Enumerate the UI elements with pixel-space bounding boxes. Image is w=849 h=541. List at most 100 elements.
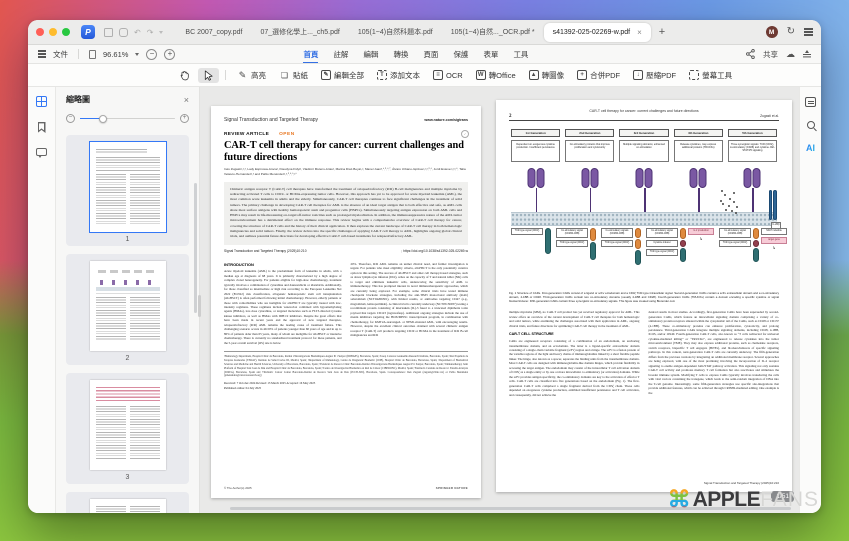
redo-icon[interactable]: ↷ — [147, 28, 154, 37]
thumbnail-item-1[interactable]: 1 — [66, 135, 189, 246]
cell-membrane — [511, 212, 777, 226]
ribbon-tab-home[interactable]: 首頁 — [303, 46, 318, 63]
figure-caption: Fig. 1 Structure of CARs. First-generati… — [509, 291, 779, 303]
ribbon-tab-tools[interactable]: 工具 — [513, 46, 528, 62]
sidebar-scrollbar[interactable] — [194, 183, 197, 313]
tool-label: OCR — [446, 71, 463, 80]
collapse-toolbar-icon[interactable] — [803, 50, 811, 58]
compress-pdf-tool-button[interactable]: ↓ 壓縮PDF — [628, 68, 681, 83]
add-text-tool-button[interactable]: T 添加文本 — [372, 68, 425, 83]
to-image-tool-button[interactable]: ▲ 轉圖像 — [524, 68, 570, 83]
gen4-desc: Release cytokines, may express additiona… — [674, 140, 723, 162]
ribbon-tab-page[interactable]: 頁面 — [423, 46, 438, 62]
sync-icon[interactable]: ↻ — [787, 27, 795, 37]
ribbon-tab-form[interactable]: 表單 — [483, 46, 498, 62]
ai-assistant-button[interactable]: AI — [806, 143, 815, 153]
fullscreen-window-button[interactable] — [62, 28, 70, 36]
panel-close-icon[interactable]: × — [184, 95, 189, 105]
thumbnail-size-slider[interactable] — [80, 118, 175, 120]
ribbon-tab-protect[interactable]: 保護 — [453, 46, 468, 62]
bookmarks-panel-icon[interactable] — [38, 122, 46, 133]
tool-label: 壓縮PDF — [646, 70, 676, 81]
panel-resize-handle[interactable] — [198, 295, 202, 317]
document-tab-active[interactable]: s41392-025-02269-w.pdf × — [544, 23, 651, 42]
gen3-label: 3rd Generation — [619, 129, 668, 137]
intro-column-2: 20%. Therefore, R/R AML remains an unmet… — [351, 262, 469, 346]
slider-handle[interactable] — [99, 115, 107, 123]
journal-url: www.nature.com/sigtrans — [424, 118, 468, 122]
undo-icon[interactable]: ↶ — [134, 28, 141, 37]
thumbnail-item-2[interactable]: 2 — [66, 254, 189, 365]
notes-panel-icon[interactable] — [805, 97, 816, 107]
print-icon[interactable] — [119, 28, 128, 37]
thumbnail-item-4[interactable] — [66, 492, 189, 513]
history-caret-icon[interactable] — [159, 31, 163, 34]
add-text-icon: T — [377, 70, 387, 80]
file-menu-label[interactable]: 文件 — [53, 49, 68, 60]
received-line: Received: 7 October 2024 Revised: 13 Mar… — [224, 381, 468, 385]
edit-all-tool-button[interactable]: ✎ 編輯全部 — [316, 68, 369, 83]
document-tab-3[interactable]: 105(1~4)自然科題本.pdf — [349, 23, 442, 42]
titlebar: P ↶ ↷ BC 2007_copy.pdf 07_選修化學上..._ch5.p… — [28, 20, 821, 45]
zoom-level-value[interactable]: 96.61% — [103, 50, 128, 59]
car-receptor-3 — [619, 162, 668, 212]
thumbnails-panel-icon[interactable] — [36, 96, 47, 107]
highlight-tool-button[interactable]: ✎ 高亮 — [232, 68, 271, 83]
right-rail: AI — [799, 87, 821, 513]
thumbnail-page-number: 1 — [126, 236, 130, 243]
tool-label: 添加文本 — [390, 70, 420, 81]
close-tab-icon[interactable]: × — [637, 28, 642, 37]
share-label[interactable]: 共享 — [763, 49, 778, 60]
pdf-page-1[interactable]: Signal Transduction and Targeted Therapy… — [211, 106, 481, 498]
merge-pdf-tool-button[interactable]: + 合併PDF — [572, 68, 625, 83]
page-fit-icon[interactable] — [89, 50, 96, 59]
share-icon[interactable] — [746, 49, 755, 59]
body-column-1: multiple myeloma (MM), no CAR-T cell pro… — [509, 310, 640, 397]
menubar: 文件 96.61% − + 首頁 註解 編輯 轉換 頁面 保護 表單 工具 — [28, 45, 821, 64]
sticker-tool-button[interactable]: ❏ 貼紙 — [274, 68, 313, 83]
minimize-window-button[interactable] — [49, 28, 57, 36]
running-title: CAR-T cell therapy for cancer: current c… — [509, 109, 779, 113]
to-office-tool-button[interactable]: W 轉Office — [471, 68, 521, 83]
zoom-out-button[interactable]: − — [146, 49, 157, 60]
thumb-larger-icon[interactable]: + — [180, 114, 189, 123]
document-tab-1[interactable]: BC 2007_copy.pdf — [176, 23, 251, 42]
citation-doi: ; https://doi.org/10.1038/s41392-025-022… — [401, 249, 468, 253]
select-tool-button[interactable] — [198, 68, 219, 83]
citation-left: Signal Transduction and Targeted Therapy… — [224, 249, 307, 253]
thumb-smaller-icon[interactable]: − — [66, 114, 75, 123]
tcr-signal-box: TCR-type signal (CD3ζ) — [719, 240, 751, 247]
cloud-upload-icon[interactable]: ☁ — [786, 49, 795, 60]
structure-heading: CAR-T CELL STRUCTURE — [509, 332, 640, 337]
comments-panel-icon[interactable] — [36, 148, 47, 156]
thumbnail-item-3[interactable]: 3 — [66, 373, 189, 484]
file-menu-icon[interactable] — [38, 53, 46, 54]
pan-tool-button[interactable] — [174, 68, 195, 83]
tcr-signal-box: TCR-type signal (CD3ζ) — [646, 249, 678, 256]
hand-icon — [179, 70, 190, 81]
user-avatar[interactable]: M — [766, 26, 778, 38]
ocr-icon: ≡ — [433, 70, 443, 80]
ribbon-tabs: 首頁 註解 編輯 轉換 頁面 保護 表單 工具 — [303, 46, 528, 63]
ocr-tool-button[interactable]: ≡ OCR — [428, 68, 468, 82]
pdf-page-2[interactable]: CAR-T cell therapy for cancer: current c… — [496, 100, 792, 492]
new-tab-button[interactable]: + — [659, 26, 665, 38]
document-tab-2[interactable]: 07_選修化學上..._ch5.pdf — [251, 23, 348, 42]
search-icon[interactable] — [807, 121, 815, 129]
app-window: P ↶ ↷ BC 2007_copy.pdf 07_選修化學上..._ch5.p… — [28, 20, 821, 513]
zoom-caret-icon[interactable] — [135, 53, 139, 56]
screen-tools-button[interactable]: 螢幕工具 — [684, 68, 737, 83]
highlighter-icon: ✎ — [237, 70, 248, 81]
command-logo-icon: ⌘ — [668, 486, 691, 513]
figure-1: 1st Generation Dependent on exogenous cy… — [509, 129, 779, 303]
main-menu-icon[interactable] — [804, 31, 813, 32]
tcr-signal-box: TCR-type signal (CD3ζ) — [511, 228, 543, 235]
ribbon-tab-convert[interactable]: 轉換 — [393, 46, 408, 62]
save-icon[interactable] — [104, 28, 113, 37]
document-tabs: BC 2007_copy.pdf 07_選修化學上..._ch5.pdf 105… — [176, 23, 760, 42]
zoom-in-button[interactable]: + — [164, 49, 175, 60]
document-tab-4[interactable]: 105(1~4)自然..._OCR.pdf * — [442, 23, 544, 42]
ribbon-tab-annotate[interactable]: 註解 — [333, 46, 348, 62]
ribbon-tab-edit[interactable]: 編輯 — [363, 46, 378, 62]
close-window-button[interactable] — [36, 28, 44, 36]
